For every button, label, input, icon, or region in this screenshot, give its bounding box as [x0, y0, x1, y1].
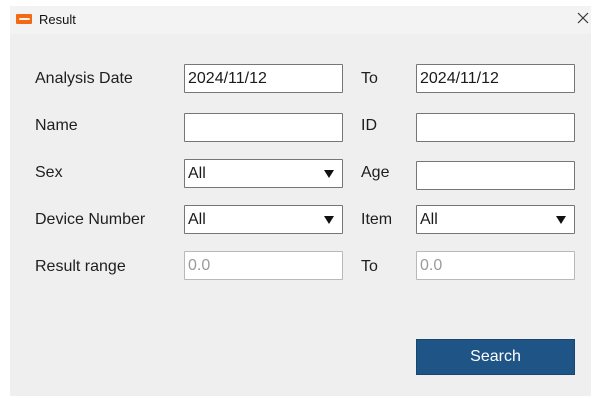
result-range-to-label: To — [361, 258, 378, 275]
id-label: ID — [361, 117, 377, 134]
dropdown-arrow-icon — [315, 160, 342, 187]
result-range-from-input[interactable] — [184, 251, 343, 280]
device-number-select-value: All — [188, 211, 206, 228]
age-input[interactable] — [416, 161, 575, 190]
result-range-to-input[interactable] — [416, 251, 575, 280]
sex-select-value: All — [188, 165, 206, 182]
analysis-date-label: Analysis Date — [35, 70, 133, 87]
result-dialog: Result Analysis Date To Name ID Sex All … — [10, 6, 591, 396]
result-range-label: Result range — [35, 258, 126, 275]
device-number-label: Device Number — [35, 211, 146, 228]
item-label: Item — [361, 211, 393, 228]
name-label: Name — [35, 117, 78, 134]
item-select-value: All — [420, 211, 438, 228]
item-select[interactable]: All — [416, 205, 575, 234]
device-number-select[interactable]: All — [184, 205, 343, 234]
sex-select[interactable]: All — [184, 159, 343, 188]
id-input[interactable] — [416, 113, 575, 142]
window-title: Result — [39, 12, 76, 27]
name-input[interactable] — [184, 113, 343, 142]
app-logo-icon — [16, 14, 32, 24]
sex-label: Sex — [35, 164, 63, 181]
analysis-date-to-label: To — [361, 70, 378, 87]
dropdown-arrow-icon — [547, 206, 574, 233]
analysis-date-from-input[interactable] — [184, 64, 343, 93]
analysis-date-to-input[interactable] — [416, 64, 575, 93]
close-icon[interactable] — [574, 8, 591, 28]
age-label: Age — [361, 164, 390, 181]
dropdown-arrow-icon — [315, 206, 342, 233]
title-bar: Result — [10, 6, 591, 34]
search-button[interactable]: Search — [416, 339, 575, 375]
